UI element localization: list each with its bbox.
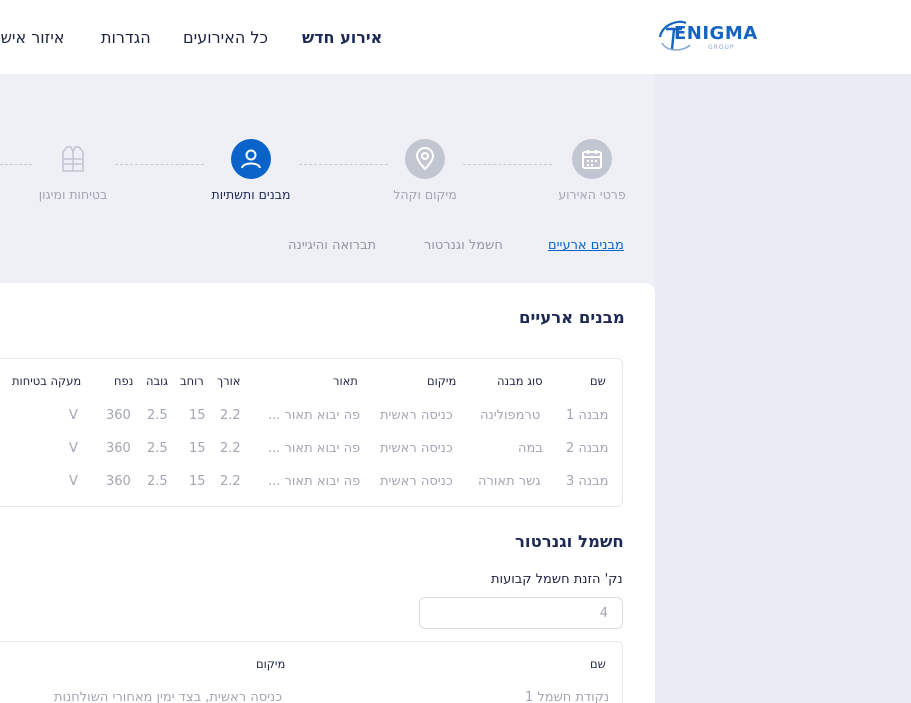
enigma-logo[interactable]: ENIGMA GROUP bbox=[656, 17, 764, 55]
cell-volume: 360 bbox=[106, 474, 131, 489]
cell-length: 2.2 bbox=[220, 441, 241, 456]
cell-location: כניסה ראשית bbox=[380, 408, 453, 423]
location-pin-icon bbox=[405, 139, 445, 179]
col-header-location: מיקום bbox=[256, 657, 286, 671]
section-title-structures: מבנים ארעיים bbox=[519, 308, 625, 327]
cell-location: כניסה ראשית bbox=[380, 441, 453, 456]
step-safety[interactable]: בטיחות ומיגון bbox=[13, 139, 133, 202]
power-points-input[interactable] bbox=[419, 597, 623, 629]
cell-width: 15 bbox=[189, 441, 206, 456]
step-event-details[interactable]: פרטי האירוע bbox=[532, 139, 652, 202]
cell-height: 2.5 bbox=[147, 441, 168, 456]
safety-vest-icon bbox=[53, 139, 93, 179]
nav-personal-area[interactable]: איזור אישי bbox=[0, 27, 64, 49]
col-header-safety-rail: מעקה בטיחות bbox=[12, 374, 82, 388]
cell-height: 2.5 bbox=[147, 408, 168, 423]
step-label: פרטי האירוע bbox=[558, 187, 626, 202]
cell-safety-rail: V bbox=[69, 408, 78, 423]
nav-new-event[interactable]: אירוע חדש bbox=[302, 27, 382, 49]
cell-volume: 360 bbox=[106, 408, 131, 423]
user-icon bbox=[231, 139, 271, 179]
cell-length: 2.2 bbox=[220, 474, 241, 489]
nav-all-events[interactable]: כל האירועים bbox=[183, 27, 268, 49]
step-label: מיקום וקהל bbox=[393, 187, 457, 202]
col-header-length: אורך bbox=[217, 374, 241, 388]
cell-name: מבנה 2 bbox=[566, 441, 609, 456]
logo-text: ENIGMA bbox=[674, 23, 758, 44]
cell-volume: 360 bbox=[106, 441, 131, 456]
col-header-location: מיקום bbox=[427, 374, 457, 388]
section-title-electric: חשמל וגנרטור bbox=[515, 532, 624, 551]
cell-safety-rail: V bbox=[69, 441, 78, 456]
col-header-height: גובה bbox=[146, 374, 169, 388]
cell-description: פה יבוא תאור ... bbox=[268, 474, 361, 489]
cell-location: כניסה ראשית bbox=[380, 474, 453, 489]
calendar-icon bbox=[572, 139, 612, 179]
cell-name: מבנה 1 bbox=[566, 408, 609, 423]
step-location-audience[interactable]: מיקום וקהל bbox=[365, 139, 485, 202]
cell-location: כניסה ראשית, בצד ימין מאחורי השולחנות bbox=[54, 690, 283, 703]
cell-description: פה יבוא תאור ... bbox=[268, 408, 361, 423]
subtab-electric-generator[interactable]: חשמל וגנרטור bbox=[424, 238, 503, 253]
col-header-volume: נפח bbox=[114, 374, 134, 388]
cell-name: נקודת חשמל 1 bbox=[525, 690, 610, 703]
cell-name: מבנה 3 bbox=[566, 474, 609, 489]
power-points-label: נק' הזנת חשמל קבועות bbox=[491, 572, 623, 587]
cell-width: 15 bbox=[189, 408, 206, 423]
cell-width: 15 bbox=[189, 474, 206, 489]
top-navbar: איזור אישי הגדרות כל האירועים אירוע חדש … bbox=[0, 0, 911, 74]
side-panel bbox=[655, 74, 911, 703]
subtab-sanitation[interactable]: תברואה והיגיינה bbox=[288, 238, 376, 253]
col-header-name: שם bbox=[590, 657, 606, 671]
col-header-type: סוג מבנה bbox=[497, 374, 543, 388]
step-structures[interactable]: מבנים ותשתיות bbox=[191, 139, 311, 202]
cell-safety-rail: V bbox=[69, 474, 78, 489]
cell-description: פה יבוא תאור ... bbox=[268, 441, 361, 456]
col-header-description: תאור bbox=[333, 374, 358, 388]
step-label: בטיחות ומיגון bbox=[38, 187, 108, 202]
cell-type: טרמפולינה bbox=[480, 408, 541, 423]
cell-length: 2.2 bbox=[220, 408, 241, 423]
cell-height: 2.5 bbox=[147, 474, 168, 489]
step-label: מבנים ותשתיות bbox=[211, 187, 291, 202]
cell-type: גשר תאורה bbox=[478, 474, 541, 489]
col-header-name: שם bbox=[590, 374, 606, 388]
col-header-width: רוחב bbox=[180, 374, 204, 388]
cell-type: במה bbox=[518, 441, 543, 456]
logo-subtext: GROUP bbox=[708, 44, 735, 51]
nav-settings[interactable]: הגדרות bbox=[101, 27, 151, 49]
subtab-temporary-structures[interactable]: מבנים ארעיים bbox=[548, 238, 624, 253]
